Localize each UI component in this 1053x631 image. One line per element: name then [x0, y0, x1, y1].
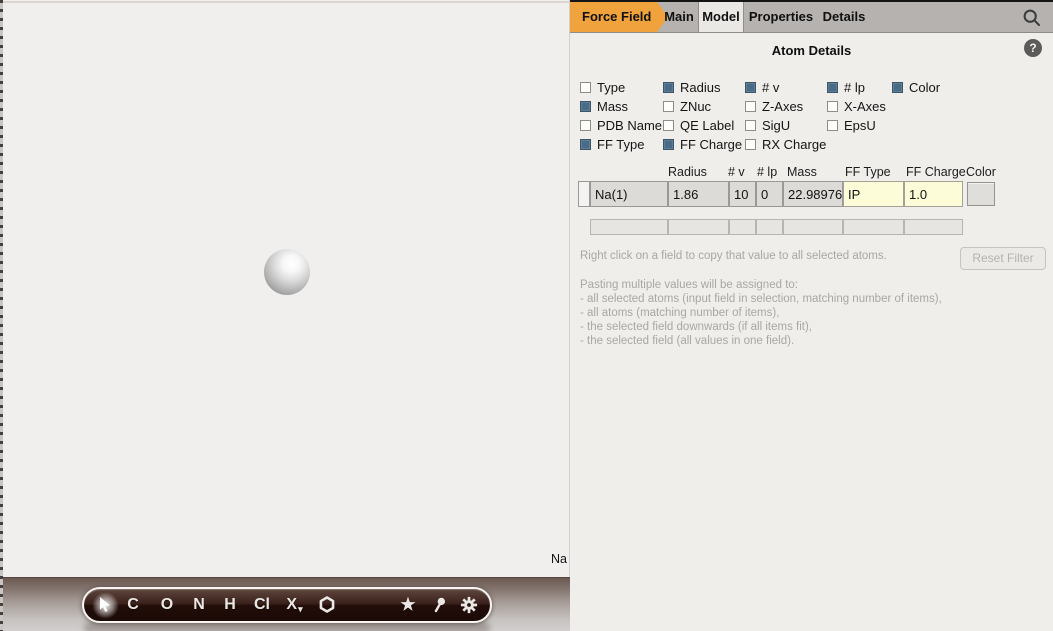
- tab-force-field[interactable]: Force Field: [570, 2, 668, 32]
- element-button-carbon[interactable]: C: [127, 589, 139, 621]
- option-z-axes[interactable]: Z-Axes: [745, 100, 803, 113]
- filter-mass-field[interactable]: [783, 219, 843, 235]
- option-pdb-name[interactable]: PDB Name: [580, 119, 662, 132]
- checkbox[interactable]: [827, 120, 838, 131]
- column-header-color: Color: [966, 165, 996, 179]
- filter-valence-field[interactable]: [729, 219, 756, 235]
- viewport-atom-label: Na: [551, 552, 567, 566]
- option-num-v[interactable]: # v: [745, 81, 779, 94]
- option-sigu[interactable]: SigU: [745, 119, 790, 132]
- key-icon[interactable]: [430, 589, 448, 621]
- option-ff-charge[interactable]: FF Charge: [663, 138, 742, 151]
- tab-model[interactable]: Model: [698, 2, 744, 32]
- checkbox[interactable]: [663, 139, 674, 150]
- filter-name-field[interactable]: [590, 219, 668, 235]
- copy-hint-text: Right click on a field to copy that valu…: [580, 250, 887, 262]
- paste-hint-line-4: - the selected field (all values in one …: [580, 334, 942, 348]
- element-toolbar: C O N H Cl X▾ ★: [82, 587, 492, 623]
- column-header-ff-type: FF Type: [845, 165, 891, 179]
- row-selector[interactable]: [578, 181, 590, 207]
- paste-hint-line-3: - the selected field downwards (if all i…: [580, 320, 942, 334]
- column-header-ff-charge: FF Charge: [906, 165, 966, 179]
- option-x-axes[interactable]: X-Axes: [827, 100, 886, 113]
- column-header-radius: Radius: [668, 165, 707, 179]
- filter-ff-type-field[interactable]: [843, 219, 904, 235]
- favorites-star-icon[interactable]: ★: [400, 589, 415, 621]
- filter-lonepairs-field[interactable]: [756, 219, 783, 235]
- dropdown-arrow-icon: ▾: [298, 604, 303, 614]
- paste-hint-line-1: - all selected atoms (input field in sel…: [580, 292, 942, 306]
- left-resize-gutter[interactable]: [0, 0, 3, 631]
- viewport-top-edge: [0, 1, 569, 3]
- atom-details-panel: Force Field Main Model Properties Detail…: [570, 0, 1053, 631]
- checkbox[interactable]: [745, 101, 756, 112]
- option-radius[interactable]: Radius: [663, 81, 720, 94]
- molecule-viewport[interactable]: Na C O N H Cl X▾ ★: [0, 0, 570, 631]
- option-ff-type[interactable]: FF Type: [580, 138, 644, 151]
- atom-valence-field[interactable]: 10: [729, 181, 756, 207]
- atom-ff-charge-field[interactable]: 1.0: [904, 181, 963, 207]
- sodium-atom-sphere[interactable]: [264, 249, 310, 295]
- checkbox[interactable]: [580, 139, 591, 150]
- atom-radius-field[interactable]: 1.86: [668, 181, 729, 207]
- option-mass[interactable]: Mass: [580, 100, 628, 113]
- checkbox[interactable]: [745, 120, 756, 131]
- option-color[interactable]: Color: [892, 81, 940, 94]
- atom-name-field[interactable]: Na(1): [590, 181, 668, 207]
- atom-lonepairs-field[interactable]: 0: [756, 181, 783, 207]
- option-qe-label[interactable]: QE Label: [663, 119, 734, 132]
- element-button-oxygen[interactable]: O: [161, 589, 173, 621]
- ring-hexagon-icon[interactable]: [318, 589, 337, 621]
- column-header-mass: Mass: [787, 165, 817, 179]
- checkbox[interactable]: [745, 82, 756, 93]
- settings-gear-icon[interactable]: [460, 589, 478, 621]
- toolbar-reflection: [84, 622, 490, 631]
- checkbox[interactable]: [663, 120, 674, 131]
- column-header-valence: # v: [728, 165, 745, 179]
- tab-details[interactable]: Details: [820, 2, 868, 32]
- page-title: Atom Details: [570, 43, 1053, 58]
- search-icon[interactable]: [1022, 8, 1042, 28]
- tab-main[interactable]: Main: [662, 2, 696, 32]
- paste-hint-block: Pasting multiple values will be assigned…: [580, 278, 942, 348]
- panel-body: Atom Details ? Type Radius # v # lp Colo…: [570, 33, 1053, 631]
- atom-color-swatch[interactable]: [967, 182, 995, 206]
- tab-properties[interactable]: Properties: [748, 2, 814, 32]
- column-header-lonepairs: # lp: [757, 165, 777, 179]
- option-type[interactable]: Type: [580, 81, 625, 94]
- element-button-nitrogen[interactable]: N: [193, 589, 205, 621]
- filter-radius-field[interactable]: [668, 219, 729, 235]
- element-button-hydrogen[interactable]: H: [224, 589, 236, 621]
- option-epsu[interactable]: EpsU: [827, 119, 876, 132]
- option-num-lp[interactable]: # lp: [827, 81, 865, 94]
- checkbox[interactable]: [580, 101, 591, 112]
- checkbox[interactable]: [892, 82, 903, 93]
- checkbox[interactable]: [580, 120, 591, 131]
- paste-hint-line-2: - all atoms (matching number of items),: [580, 306, 942, 320]
- select-cursor-icon[interactable]: [97, 589, 113, 621]
- checkbox[interactable]: [827, 101, 838, 112]
- panel-tabbar: Force Field Main Model Properties Detail…: [570, 0, 1053, 33]
- paste-hint-title: Pasting multiple values will be assigned…: [580, 278, 942, 292]
- option-znuc[interactable]: ZNuc: [663, 100, 711, 113]
- checkbox[interactable]: [827, 82, 838, 93]
- reset-filter-button[interactable]: Reset Filter: [960, 247, 1046, 270]
- checkbox[interactable]: [663, 101, 674, 112]
- atom-mass-field[interactable]: 22.989769: [783, 181, 843, 207]
- checkbox[interactable]: [663, 82, 674, 93]
- toolbar-strip: C O N H Cl X▾ ★: [0, 577, 570, 631]
- checkbox[interactable]: [580, 82, 591, 93]
- element-button-chlorine[interactable]: Cl: [254, 589, 270, 621]
- atom-ff-type-field[interactable]: IP: [843, 181, 904, 207]
- checkbox[interactable]: [745, 139, 756, 150]
- filter-ff-charge-field[interactable]: [904, 219, 963, 235]
- help-button[interactable]: ?: [1024, 39, 1042, 57]
- element-button-x-dropdown[interactable]: X▾: [286, 589, 301, 621]
- option-rx-charge[interactable]: RX Charge: [745, 138, 826, 151]
